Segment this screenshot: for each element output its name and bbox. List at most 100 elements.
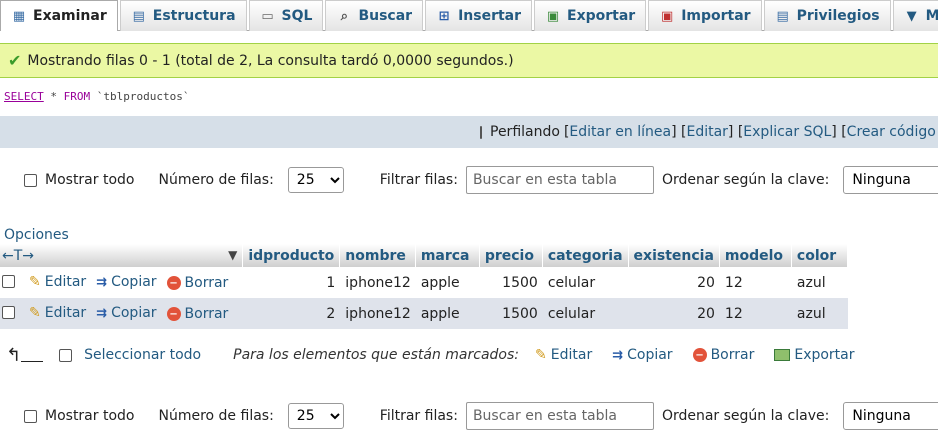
show-all-checkbox[interactable] [24, 409, 37, 423]
bulk-export-label: Exportar [794, 347, 855, 363]
tab-exportar[interactable]: ▣ Exportar [534, 0, 647, 31]
sort-key-select[interactable]: Ninguna [843, 166, 938, 194]
column-header-modelo[interactable]: modelo [719, 244, 792, 267]
tab-label: Buscar [358, 8, 413, 24]
filter-input[interactable] [465, 402, 654, 430]
check-icon: ✔ [8, 51, 22, 70]
row-delete-button[interactable]: − Borrar [166, 306, 229, 323]
profiling-checkbox[interactable] [480, 125, 482, 139]
column-header-categoria[interactable]: categoria [542, 244, 629, 267]
pencil-icon: ✎ [29, 273, 41, 290]
create-code-link[interactable]: Crear código P [847, 124, 938, 140]
profiling-links: [Editar en línea] [Editar] [Explicar SQL… [564, 124, 938, 140]
column-header-precio[interactable]: precio [479, 244, 543, 267]
edit-inline-link[interactable]: Editar en línea [569, 124, 671, 140]
tab-sql[interactable]: ▭ SQL [248, 0, 324, 31]
row-checkbox[interactable] [2, 306, 15, 320]
cell-modelo[interactable]: 12 [719, 298, 792, 329]
results-table: ←T→ ▼ idproducto nombre marca precio cat… [0, 244, 848, 329]
row-delete-label: Borrar [184, 306, 229, 323]
table-row: ✎ Editar ⇉ Copiar − Borrar 2 iphone12 apple 1… [0, 298, 848, 329]
row-edit-button[interactable]: ✎ Editar [29, 274, 86, 290]
row-edit-label: Editar [44, 273, 87, 290]
tab-buscar[interactable]: ⌕ Buscar [325, 0, 424, 31]
import-icon: ▣ [661, 8, 674, 24]
cell-existencia[interactable]: 20 [628, 267, 720, 298]
table-browse-icon: ▦ [12, 8, 26, 24]
arrow-line [21, 360, 44, 362]
edit-link[interactable]: Editar [686, 124, 727, 140]
cell-color[interactable]: azul [791, 298, 848, 329]
row-copy-button[interactable]: ⇉ Copiar [96, 274, 156, 290]
pencil-icon: ✎ [29, 304, 41, 321]
tab-label: Exportar [567, 8, 636, 24]
row-delete-button[interactable]: − Borrar [166, 275, 229, 292]
column-header-idproducto[interactable]: idproducto [243, 244, 341, 267]
tab-insertar[interactable]: ⊞ Insertar [425, 0, 533, 31]
rows-per-page-select[interactable]: 25 [287, 403, 344, 429]
cell-color[interactable]: azul [791, 267, 848, 298]
cell-marca[interactable]: apple [415, 298, 480, 329]
column-arrows-header[interactable]: ←T→ ▼ [0, 244, 244, 267]
bulk-export-button[interactable]: Exportar [774, 347, 855, 363]
tab-importar[interactable]: ▣ Importar [648, 0, 762, 31]
tab-bar: ▦ Examinar ▤ Estructura ▭ SQL ⌕ Buscar ⊞… [0, 0, 938, 31]
sql-table: `tblproductos` [90, 90, 190, 103]
delete-icon: − [692, 348, 707, 362]
sql-select-keyword[interactable]: SELECT [4, 90, 44, 103]
show-all-checkbox[interactable] [24, 173, 37, 187]
tab-label: SQL [281, 8, 313, 24]
cell-nombre[interactable]: iphone12 [340, 267, 416, 298]
cell-idproducto[interactable]: 2 [243, 298, 341, 329]
column-header-existencia[interactable]: existencia [628, 244, 720, 267]
row-delete-label: Borrar [184, 275, 229, 292]
sort-label: Ordenar según la clave: [661, 408, 830, 424]
cell-precio[interactable]: 1500 [479, 298, 543, 329]
bulk-copy-button[interactable]: ⇉ Copiar [612, 347, 672, 363]
sql-star: * [43, 90, 64, 103]
cell-precio[interactable]: 1500 [479, 267, 543, 298]
options-link[interactable]: Opciones [4, 227, 69, 243]
insert-icon: ⊞ [438, 8, 450, 24]
copy-icon: ⇉ [612, 347, 624, 363]
cell-existencia[interactable]: 20 [628, 298, 720, 329]
tab-label: Privilegios [796, 8, 880, 24]
row-edit-button[interactable]: ✎ Editar [29, 305, 86, 321]
tab-label: Estructura [152, 8, 236, 24]
select-all-link[interactable]: Seleccionar todo [84, 347, 201, 363]
tab-privilegios[interactable]: ▤ Privilegios [763, 0, 891, 31]
row-copy-label: Copiar [111, 305, 157, 322]
tab-examinar[interactable]: ▦ Examinar [0, 0, 118, 31]
row-copy-button[interactable]: ⇉ Copiar [96, 305, 156, 321]
sql-icon: ▭ [261, 8, 274, 24]
table-row: ✎ Editar ⇉ Copiar − Borrar 1 iphone12 apple 1… [0, 267, 848, 298]
cell-nombre[interactable]: iphone12 [340, 298, 416, 329]
cell-marca[interactable]: apple [415, 267, 480, 298]
tab-label: Importar [681, 8, 751, 24]
column-header-color[interactable]: color [791, 244, 848, 267]
sort-key-select[interactable]: Ninguna [843, 402, 938, 430]
tab-label: Más [925, 8, 938, 24]
sort-label: Ordenar según la clave: [661, 172, 830, 188]
filter-input[interactable] [465, 166, 654, 194]
rows-per-page-select[interactable]: 25 [287, 167, 344, 193]
explain-sql-link[interactable]: Explicar SQL [743, 124, 831, 140]
tab-estructura[interactable]: ▤ Estructura [119, 0, 247, 31]
select-all-checkbox[interactable] [59, 348, 73, 362]
tab-mas[interactable]: ▼ Más [892, 0, 938, 31]
copy-icon: ⇉ [96, 274, 108, 290]
cell-modelo[interactable]: 12 [719, 267, 792, 298]
sql-from-keyword: FROM [63, 90, 91, 103]
nav-row-top: Mostrar todo Número de filas: 25 Filtrar… [0, 160, 938, 200]
privileges-icon: ▤ [776, 8, 789, 24]
row-edit-label: Editar [44, 304, 87, 321]
bulk-edit-button[interactable]: ✎ Editar [535, 347, 592, 363]
bulk-delete-button[interactable]: − Borrar [692, 347, 754, 363]
cell-categoria[interactable]: celular [542, 298, 629, 329]
cell-categoria[interactable]: celular [542, 267, 629, 298]
row-checkbox[interactable] [2, 275, 15, 289]
column-menu-chevron-icon[interactable]: ▼ [228, 248, 237, 262]
cell-idproducto[interactable]: 1 [243, 267, 341, 298]
column-header-marca[interactable]: marca [415, 244, 480, 267]
column-header-nombre[interactable]: nombre [340, 244, 416, 267]
